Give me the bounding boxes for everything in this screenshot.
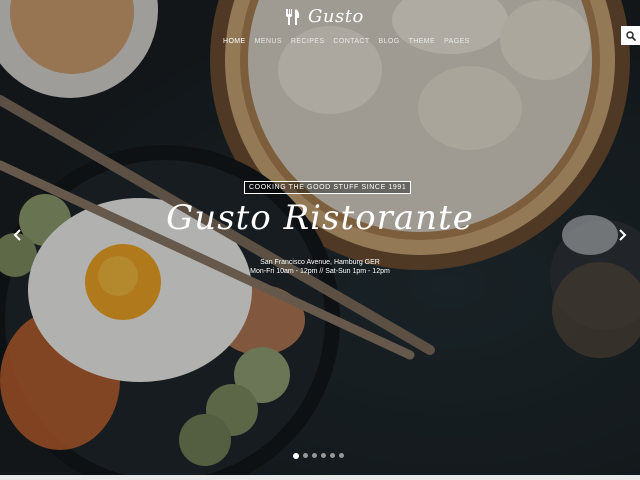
search-icon — [625, 30, 636, 41]
slider-dot-5[interactable] — [330, 453, 335, 458]
site-logo[interactable]: Gusto — [282, 6, 364, 27]
nav-item-pages[interactable]: PAGES — [444, 38, 470, 45]
hero-title: Gusto Ristorante — [166, 198, 474, 238]
chevron-right-icon — [619, 229, 627, 241]
slider-dot-1[interactable] — [293, 452, 299, 459]
fork-knife-icon — [282, 7, 302, 27]
slider-prev-button[interactable] — [13, 229, 23, 241]
slider-dot-6[interactable] — [339, 453, 344, 458]
page-bottom-strip — [0, 475, 640, 480]
slider-next-button[interactable] — [617, 229, 627, 241]
slider-dot-3[interactable] — [312, 453, 317, 458]
hero-tagline: COOKING THE GOOD STUFF SINCE 1991 — [244, 181, 412, 194]
main-nav: HOME MENUS RECIPES CONTACT BLOG THEME PA… — [223, 38, 479, 45]
slider-dot-4[interactable] — [321, 453, 326, 458]
nav-item-recipes[interactable]: RECIPES — [291, 38, 325, 45]
hero-slider: Gusto HOME MENUS RECIPES CONTACT BLOG TH… — [0, 0, 640, 475]
slider-pagination — [293, 452, 344, 459]
nav-item-home[interactable]: HOME — [223, 38, 246, 45]
slider-dot-2[interactable] — [303, 453, 308, 458]
logo-text: Gusto — [308, 6, 364, 27]
page: Gusto HOME MENUS RECIPES CONTACT BLOG TH… — [0, 0, 640, 480]
nav-item-menus[interactable]: MENUS — [255, 38, 282, 45]
nav-item-theme[interactable]: THEME — [409, 38, 436, 45]
chevron-left-icon — [13, 229, 21, 241]
nav-item-blog[interactable]: BLOG — [379, 38, 400, 45]
nav-item-contact[interactable]: CONTACT — [333, 38, 369, 45]
search-button[interactable] — [621, 26, 640, 45]
hero-address: San Francisco Avenue, Hamburg GER — [260, 259, 380, 266]
hero-hours: Mon-Fri 10am - 12pm // Sat-Sun 1pm - 12p… — [250, 268, 390, 275]
